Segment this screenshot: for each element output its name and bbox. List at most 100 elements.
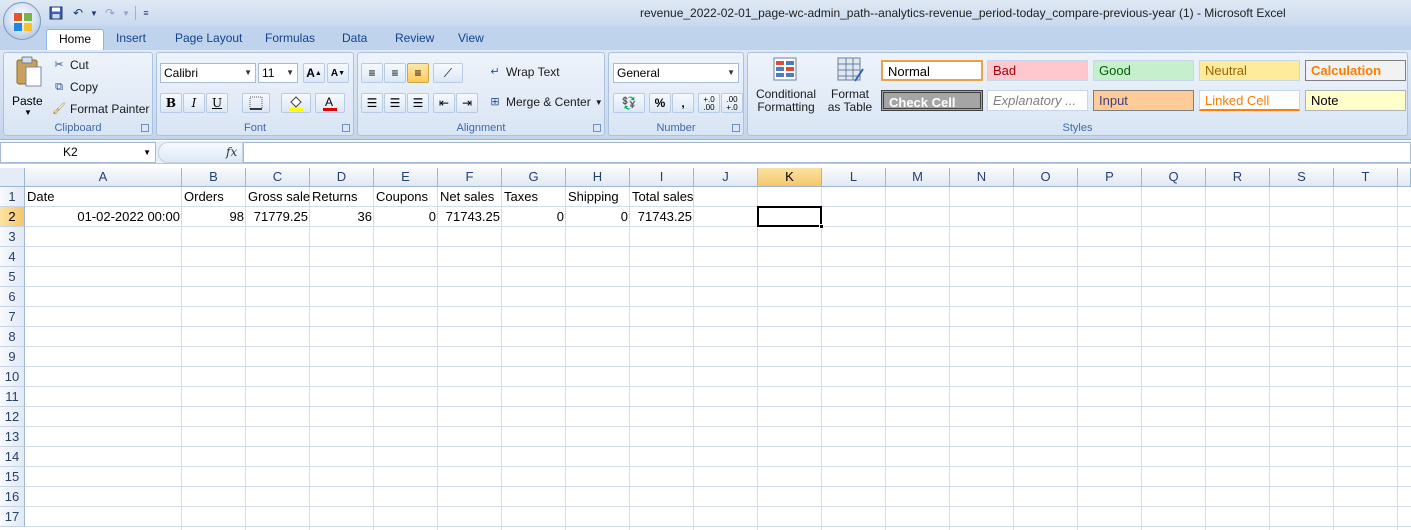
paste-dropdown-icon[interactable]: ▼ [24,108,32,117]
italic-button[interactable]: I [183,93,205,113]
column-header-d[interactable]: D [310,168,374,187]
data-cell-d2[interactable]: 36 [310,207,374,227]
font-size-combo[interactable]: 11 ▼ [258,63,298,83]
row-header-17[interactable]: 17 [0,507,25,527]
row-header-8[interactable]: 8 [0,327,25,347]
row-header-3[interactable]: 3 [0,227,25,247]
row-header-6[interactable]: 6 [0,287,25,307]
redo-dropdown-icon[interactable]: ▼ [122,4,130,22]
font-name-dropdown-icon[interactable]: ▼ [244,64,252,82]
header-cell-d[interactable]: Returns [310,187,374,207]
office-button[interactable] [3,2,41,40]
column-header-r[interactable]: R [1206,168,1270,187]
number-format-dropdown-icon[interactable]: ▼ [727,64,735,82]
font-size-dropdown-icon[interactable]: ▼ [286,64,294,82]
font-color-button[interactable]: A [315,93,345,113]
insert-function-icon[interactable]: fx [226,145,237,159]
style-note[interactable]: Note [1305,90,1406,111]
column-header-b[interactable]: B [182,168,246,187]
column-header-n[interactable]: N [950,168,1014,187]
align-right-button[interactable]: ☰ [407,93,429,113]
header-cell-g[interactable]: Taxes [502,187,566,207]
style-calculation[interactable]: Calculation [1305,60,1406,81]
borders-button[interactable] [242,93,270,113]
decrease-decimal-button[interactable]: .00 +.0 [721,93,743,113]
style-explanatory[interactable]: Explanatory ... [987,90,1088,111]
row-header-9[interactable]: 9 [0,347,25,367]
data-cell-g2[interactable]: 0 [502,207,566,227]
style-good[interactable]: Good [1093,60,1194,81]
align-middle-button[interactable]: ≡ [384,63,406,83]
column-header-a[interactable]: A [25,168,182,187]
number-format-combo[interactable]: General ▼ [613,63,739,83]
style-neutral[interactable]: Neutral [1199,60,1300,81]
formula-input[interactable] [243,142,1411,163]
column-header-m[interactable]: M [886,168,950,187]
number-launcher-icon[interactable] [732,124,740,132]
row-header-2[interactable]: 2 [0,207,25,227]
column-header-q[interactable]: Q [1142,168,1206,187]
tab-home[interactable]: Home [46,29,105,50]
cell-area[interactable]: Date Orders Gross sale Returns Coupons Net sa… [25,187,1411,530]
comma-style-button[interactable]: , [672,93,694,113]
tab-review[interactable]: Review [383,29,446,50]
style-linked-cell[interactable]: Linked Cell [1199,90,1300,111]
undo-icon[interactable]: ↶ [68,4,88,22]
style-input[interactable]: Input [1093,90,1194,111]
row-header-4[interactable]: 4 [0,247,25,267]
tab-data[interactable]: Data [330,29,379,50]
row-header-10[interactable]: 10 [0,367,25,387]
row-header-16[interactable]: 16 [0,487,25,507]
copy-button[interactable]: ⧉ Copy [52,80,98,94]
tab-formulas[interactable]: Formulas [253,29,327,50]
column-header-j[interactable]: J [694,168,758,187]
column-header-k[interactable]: K [758,168,822,187]
select-all-corner[interactable] [0,168,25,187]
data-cell-i2[interactable]: 71743.25 [630,207,694,227]
undo-dropdown-icon[interactable]: ▼ [90,4,98,22]
data-cell-e2[interactable]: 0 [374,207,438,227]
column-header-t[interactable]: T [1334,168,1398,187]
name-box-dropdown-icon[interactable]: ▼ [143,143,151,162]
column-header-s[interactable]: S [1270,168,1334,187]
fill-handle[interactable] [819,224,824,229]
tab-page-layout[interactable]: Page Layout [163,29,254,50]
header-cell-f[interactable]: Net sales [438,187,502,207]
column-header-p[interactable]: P [1078,168,1142,187]
row-header-12[interactable]: 12 [0,407,25,427]
font-name-combo[interactable]: Calibri ▼ [160,63,256,83]
data-cell-f2[interactable]: 71743.25 [438,207,502,227]
row-header-7[interactable]: 7 [0,307,25,327]
align-center-button[interactable]: ☰ [384,93,406,113]
format-as-table-button[interactable]: Format as Table [822,55,878,121]
name-box[interactable]: K2 ▼ [0,142,156,163]
format-painter-button[interactable]: 🖌 Format Painter [52,102,149,116]
data-cell-a2[interactable]: 01-02-2022 00:00 [25,207,182,227]
active-cell-selection[interactable] [757,206,824,229]
align-top-button[interactable]: ≡ [361,63,383,83]
column-header-h[interactable]: H [566,168,630,187]
paste-button[interactable]: Paste ▼ [9,56,49,118]
save-icon[interactable] [46,4,66,22]
style-bad[interactable]: Bad [987,60,1088,81]
column-header-i[interactable]: I [630,168,694,187]
header-cell-i[interactable]: Total sales [630,187,694,207]
fill-color-button[interactable] [281,93,311,113]
accounting-format-button[interactable]: 💱 [613,93,645,113]
conditional-formatting-button[interactable]: Conditional Formatting [752,55,820,121]
clipboard-launcher-icon[interactable] [141,124,149,132]
row-header-11[interactable]: 11 [0,387,25,407]
redo-icon[interactable]: ↷ [100,4,120,22]
cut-button[interactable]: ✂ Cut [52,58,88,72]
header-cell-a[interactable]: Date [25,187,182,207]
column-header-l[interactable]: L [822,168,886,187]
header-cell-e[interactable]: Coupons [374,187,438,207]
data-cell-c2[interactable]: 71779.25 [246,207,310,227]
merge-center-button[interactable]: ⊞ Merge & Center ▼ [488,95,603,109]
header-cell-c[interactable]: Gross sale [246,187,310,207]
increase-decimal-button[interactable]: +.0 .00 [698,93,720,113]
column-header-c[interactable]: C [246,168,310,187]
row-header-5[interactable]: 5 [0,267,25,287]
merge-dropdown-icon[interactable]: ▼ [595,98,603,107]
increase-indent-button[interactable]: ⇥ [456,93,478,113]
